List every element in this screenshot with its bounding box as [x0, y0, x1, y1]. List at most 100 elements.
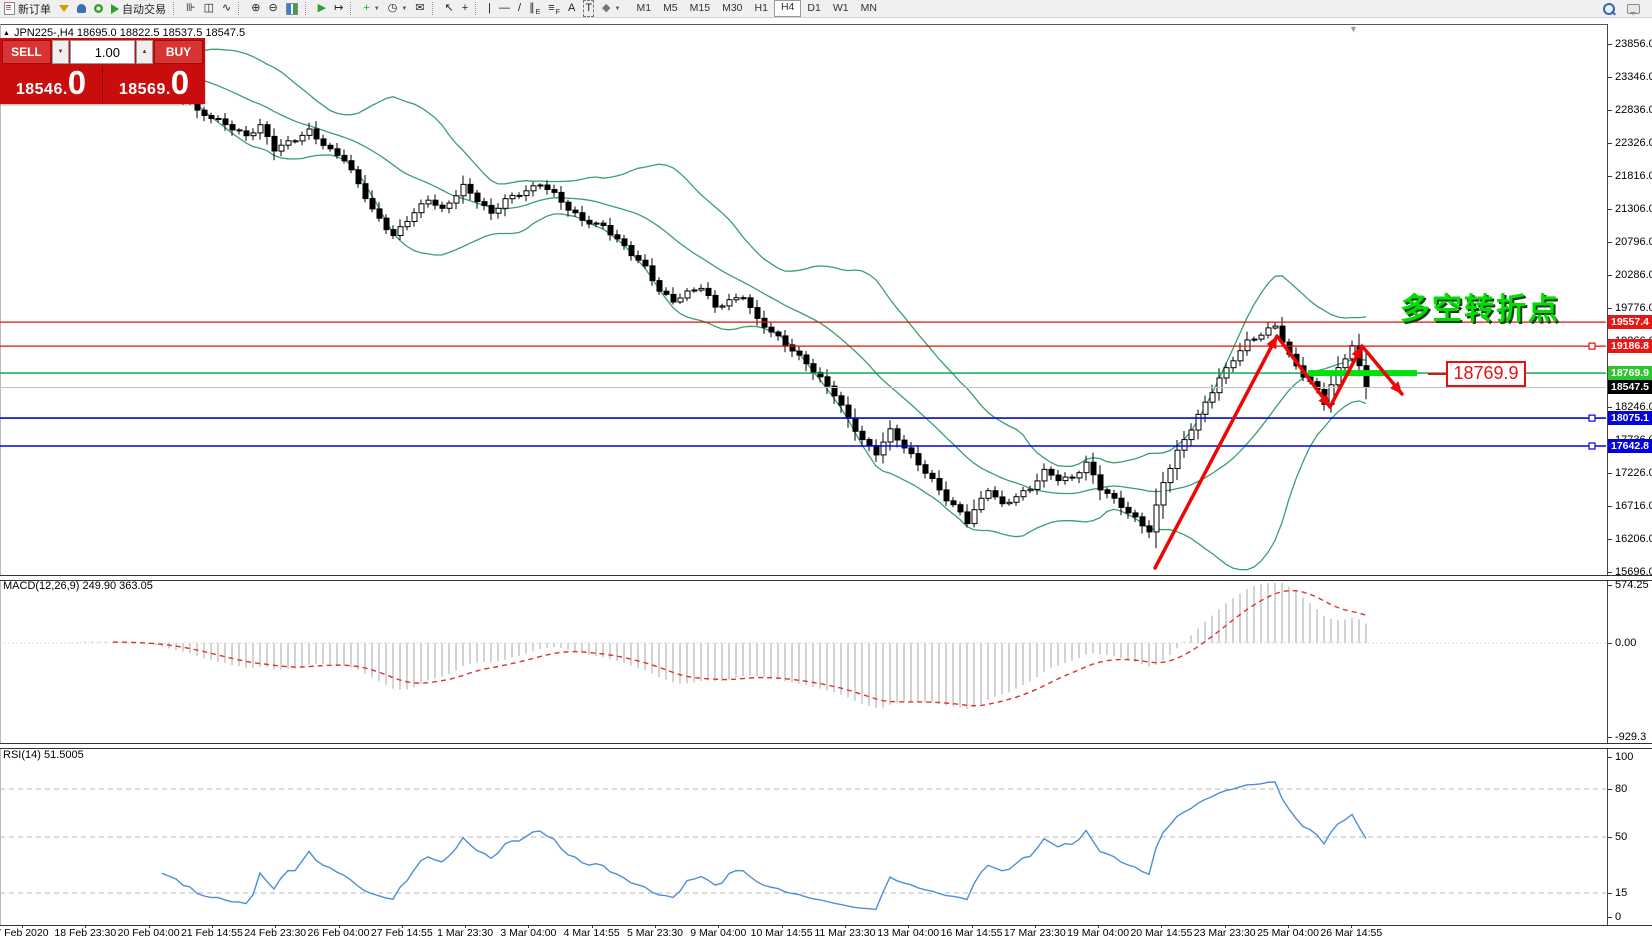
sell-price-big-digit: 0: [68, 68, 86, 98]
market-watch-person-icon[interactable]: [73, 1, 90, 16]
text-icon[interactable]: A: [564, 1, 579, 16]
sell-price[interactable]: 18546.0: [0, 66, 102, 104]
chart-shift-icon-glyph: ↦: [334, 1, 343, 16]
channel-icon-letter: E: [536, 9, 541, 16]
line-price-tag: 19557.4: [1608, 315, 1652, 329]
time-tick-label: 20 Mar 14:55: [1130, 927, 1192, 939]
auto-scroll-icon[interactable]: ▶: [314, 1, 330, 16]
timeframe-button-w1[interactable]: W1: [827, 1, 855, 16]
period-clock-icon-caret: ▼: [401, 6, 407, 12]
label-icon[interactable]: T: [579, 1, 598, 16]
macd-indicator-label: MACD(12,26,9) 249.90 363.05: [3, 580, 153, 592]
timeframe-button-mn[interactable]: MN: [855, 1, 883, 16]
time-tick-label: 26 Feb 04:00: [308, 927, 370, 939]
vertical-line-icon[interactable]: |: [484, 1, 495, 16]
price-flag-label: 18769.9: [1446, 361, 1526, 387]
rsi-axis-label: 15: [1608, 886, 1627, 900]
indicators-funnel-icon[interactable]: [55, 1, 73, 16]
time-tick-label: 16 Mar 14:55: [941, 927, 1003, 939]
trendline-icon[interactable]: /: [514, 1, 525, 16]
signal-icon[interactable]: [90, 1, 107, 16]
one-click-trade-panel: SELL ▼ 1.00 ▲ BUY 18546.0 18569.0: [0, 38, 205, 104]
chart-shift-icon[interactable]: ↦: [330, 1, 347, 16]
trendline-icon-glyph: /: [518, 1, 521, 16]
one-click-collapse-icon[interactable]: ▲: [3, 30, 10, 37]
zoom-in-icon[interactable]: ⊕: [247, 1, 264, 16]
timeframe-button-m5[interactable]: M5: [657, 1, 684, 16]
time-tick-label: 13 Mar 04:00: [877, 927, 939, 939]
fibonacci-icon[interactable]: ≡F: [544, 1, 564, 16]
template-mail-icon[interactable]: ✉: [411, 1, 428, 16]
volume-decrease-button[interactable]: ▼: [52, 40, 69, 64]
price-tick-label: 16206.0: [1608, 532, 1652, 546]
candlestick-chart-icon-glyph: ◫: [204, 1, 214, 16]
tile-windows-icon[interactable]: [282, 1, 302, 16]
horizontal-line-icon[interactable]: —: [495, 1, 514, 16]
label-icon-glyph: T: [583, 0, 594, 17]
trade-panel-controls: SELL ▼ 1.00 ▲ BUY: [0, 38, 205, 64]
price-tick-label: 19776.0: [1608, 301, 1652, 315]
crosshair-icon-glyph: +: [462, 1, 468, 16]
timeframe-button-m15[interactable]: M15: [684, 1, 716, 16]
candlestick-chart-icon[interactable]: ◫: [200, 1, 218, 16]
line-chart-icon[interactable]: ∿: [218, 1, 235, 16]
chart-canvas[interactable]: [0, 24, 1607, 925]
buy-button[interactable]: BUY: [154, 40, 203, 64]
time-tick-label: 4 Mar 14:55: [564, 927, 620, 939]
price-tick-label: 20796.0: [1608, 235, 1652, 249]
time-tick-label: 25 Mar 04:00: [1257, 927, 1319, 939]
price-flag-connector: [1428, 373, 1446, 375]
cursor-icon-glyph: ↖: [445, 1, 454, 16]
period-clock-icon[interactable]: ◷▼: [384, 1, 412, 16]
bar-chart-icon-glyph: ⊪: [186, 1, 196, 16]
play-icon: [111, 4, 119, 14]
current-price-tag: 18547.5: [1608, 380, 1652, 394]
zoom-out-icon[interactable]: ⊖: [264, 1, 281, 16]
time-axis[interactable]: 7 Feb 202018 Feb 23:3020 Feb 04:0021 Feb…: [0, 926, 1652, 940]
price-tick-label: 16716.0: [1608, 499, 1652, 513]
time-tick-label: 9 Mar 04:00: [690, 927, 746, 939]
channel-icon[interactable]: ∥E: [525, 1, 544, 16]
volume-increase-button[interactable]: ▲: [136, 40, 153, 64]
timeframe-button-h4[interactable]: H4: [774, 0, 801, 17]
time-tick-label: 11 Mar 23:30: [814, 927, 875, 939]
buy-price-main: 18569.: [119, 81, 171, 99]
buy-price[interactable]: 18569.0: [103, 66, 205, 104]
search-icon[interactable]: [1599, 1, 1623, 16]
volume-input[interactable]: 1.00: [70, 40, 135, 64]
sell-button[interactable]: SELL: [2, 40, 51, 64]
bar-chart-icon[interactable]: ⊪: [182, 1, 200, 16]
time-tick-label: 24 Feb 23:30: [244, 927, 306, 939]
time-tick-label: 5 Mar 23:30: [627, 927, 683, 939]
vertical-line-icon-glyph: |: [488, 1, 491, 16]
time-tick-label: 23 Mar 23:30: [1194, 927, 1256, 939]
toolbar-separator: [432, 2, 438, 15]
time-tick-label: 20 Feb 04:00: [118, 927, 180, 939]
timeframe-button-h1[interactable]: H1: [749, 1, 774, 16]
panel-separator-macd-rsi[interactable]: [0, 743, 1652, 749]
fibonacci-icon-glyph: ≡: [548, 1, 554, 16]
rsi-axis-label: 80: [1608, 782, 1627, 796]
chat-glyph: [1627, 4, 1640, 14]
chat-icon[interactable]: [1623, 1, 1644, 16]
crosshair-icon[interactable]: +: [458, 1, 472, 16]
timeframe-button-m30[interactable]: M30: [716, 1, 748, 16]
autotrading-button[interactable]: 自动交易: [107, 1, 170, 16]
timeframe-button-d1[interactable]: D1: [801, 1, 826, 16]
timeframe-button-m1[interactable]: M1: [630, 1, 657, 16]
macd-axis-label: 0.00: [1608, 636, 1636, 650]
shapes-icon[interactable]: ◆▼: [598, 1, 624, 16]
panel-separator-main-macd[interactable]: [0, 575, 1652, 581]
price-axis[interactable]: 23856.023346.022836.022326.021816.021306…: [1608, 24, 1652, 926]
new-order-button[interactable]: 新订单: [0, 1, 55, 16]
toolbar-separator: [305, 2, 311, 15]
time-tick-label: 18 Feb 23:30: [54, 927, 116, 939]
time-tick-label: 7 Feb 2020: [0, 927, 49, 939]
person-icon: [77, 4, 86, 13]
period-clock-icon-glyph: ◷: [388, 1, 398, 16]
line-chart-icon-glyph: ∿: [222, 1, 231, 16]
chart-shift-marker-icon[interactable]: ▼: [1349, 24, 1358, 34]
new-chart-icon[interactable]: +▼: [359, 1, 383, 16]
rsi-axis-label: 100: [1608, 750, 1633, 764]
cursor-icon[interactable]: ↖: [441, 1, 458, 16]
